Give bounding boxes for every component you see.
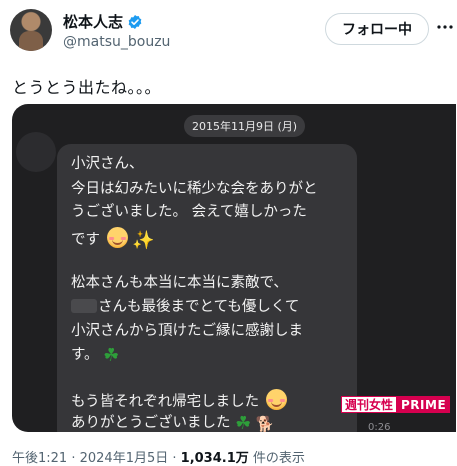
tweet-image[interactable]: 2015年11月9日 (月) 小沢さん、 今日は幻みたいに稀少な会をありがと う… xyxy=(12,104,456,432)
separator: · xyxy=(67,451,80,466)
tweet-meta: 午後1:21 · 2024年1月5日 · 1,034.1万 件の表示 xyxy=(12,447,305,466)
watermark-left: 週刊女性 xyxy=(341,396,398,413)
message-line: 小沢さんから頂けたご縁に感謝しま xyxy=(71,323,303,339)
post-time[interactable]: 午後1:21 xyxy=(12,451,67,466)
message-line: 小沢さん、 xyxy=(71,156,144,172)
author-handle[interactable]: @matsu_bouzu xyxy=(63,34,170,50)
tweet-header: 松本人志 @matsu_bouzu フォロー中 xyxy=(0,0,457,60)
watermark-logo: 週刊女性 PRIME xyxy=(341,396,451,413)
message-timestamp: 0:26 xyxy=(368,422,391,432)
chat-message-bubble: 小沢さん、 今日は幻みたいに稀少な会をありがと うございました。 会えて嬉しかっ… xyxy=(57,144,357,432)
tweet-text: とうとう出たね。。。 xyxy=(12,78,162,97)
message-line: うございました。 会えて嬉しかった xyxy=(71,204,307,220)
message-text: もう皆それぞれ帰宅しました xyxy=(71,394,260,410)
message-line: 今日は幻みたいに稀少な会をありがと xyxy=(71,181,318,197)
view-count: 1,034.1万 xyxy=(180,451,249,466)
author-name-row: 松本人志 xyxy=(63,11,143,32)
post-date[interactable]: 2024年1月5日 xyxy=(80,451,169,466)
author-display-name[interactable]: 松本人志 xyxy=(63,11,123,32)
watermark-right: PRIME xyxy=(397,396,451,413)
more-dots-icon[interactable] xyxy=(436,18,454,36)
message-text: ありがとうございました xyxy=(71,415,231,431)
message-text: です xyxy=(71,232,100,248)
sparkles-emoji: ✨ xyxy=(132,230,155,251)
message-text: さんも最後までとても優しくて xyxy=(98,299,300,315)
dog-emoji: 🐕 xyxy=(255,415,275,432)
smiling-face-emoji xyxy=(106,227,128,248)
message-line-with-emoji: す。 ☘ xyxy=(71,345,119,367)
message-line-with-emoji: ありがとうございました ☘ 🐕 xyxy=(71,413,275,432)
message-line-with-emoji: です ✨ xyxy=(71,227,155,252)
message-line-with-emoji: もう皆それぞれ帰宅しました xyxy=(71,389,287,414)
smiling-face-emoji xyxy=(265,389,287,410)
following-button[interactable]: フォロー中 xyxy=(325,13,429,45)
verified-badge-icon xyxy=(128,14,142,29)
avatar[interactable] xyxy=(10,9,52,51)
chat-date-pill: 2015年11月9日 (月) xyxy=(184,115,306,137)
redacted-name xyxy=(71,299,97,313)
chat-avatar xyxy=(16,132,56,172)
four-leaf-clover-emoji: ☘ xyxy=(103,345,120,366)
message-line-with-redaction: さんも最後までとても優しくて xyxy=(71,297,299,319)
four-leaf-clover-emoji: ☘ xyxy=(235,413,252,432)
separator: · xyxy=(168,451,181,466)
view-count-label: 件の表示 xyxy=(248,451,305,466)
message-line: 松本さんも本当に本当に素敵で、 xyxy=(71,275,288,291)
message-text: す。 xyxy=(71,347,99,363)
